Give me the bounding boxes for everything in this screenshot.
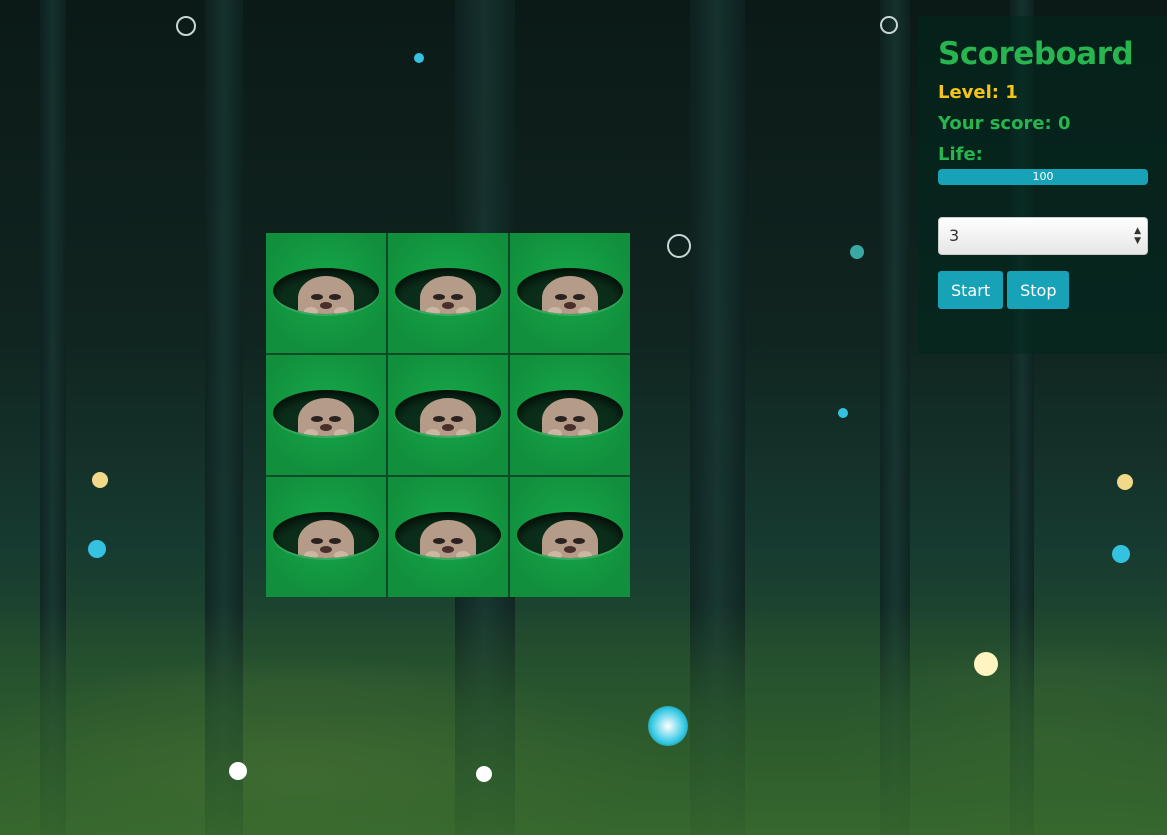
- board-cell[interactable]: [266, 355, 386, 475]
- board-cell[interactable]: [388, 477, 508, 597]
- mole-icon[interactable]: [298, 276, 354, 314]
- mole-hole: [395, 512, 501, 558]
- mole-icon[interactable]: [298, 520, 354, 558]
- firefly: [88, 540, 106, 558]
- mole-hole: [517, 512, 623, 558]
- firefly: [414, 53, 424, 63]
- bubble: [176, 16, 196, 36]
- board-cell[interactable]: [510, 477, 630, 597]
- firefly: [838, 408, 848, 418]
- life-progress-fill: 100: [938, 169, 1148, 185]
- mole-hole: [273, 512, 379, 558]
- life-progress-bar: 100: [938, 169, 1148, 185]
- mole-hole: [517, 268, 623, 314]
- mole-icon[interactable]: [420, 398, 476, 436]
- stop-button[interactable]: Stop: [1007, 271, 1070, 309]
- level-select[interactable]: 3 ▲ ▼: [938, 217, 1148, 255]
- mole-hole: [395, 268, 501, 314]
- scoreboard-title: Scoreboard: [938, 36, 1134, 72]
- bubble: [667, 234, 691, 258]
- mole-hole: [273, 390, 379, 436]
- firefly: [974, 652, 998, 676]
- firefly: [476, 766, 492, 782]
- scoreboard-panel: Scoreboard Level: 1 Your score: 0 Life: …: [918, 16, 1167, 354]
- mole-icon[interactable]: [542, 520, 598, 558]
- bubble: [880, 16, 898, 34]
- mole-icon[interactable]: [542, 398, 598, 436]
- level-select-value: 3: [949, 226, 960, 245]
- select-arrows-icon: ▲ ▼: [1134, 226, 1141, 246]
- score-display: Your score: 0: [938, 113, 1071, 134]
- mole-hole: [395, 390, 501, 436]
- board-cell[interactable]: [388, 233, 508, 353]
- mole-icon[interactable]: [420, 520, 476, 558]
- mole-hole: [273, 268, 379, 314]
- level-display: Level: 1: [938, 82, 1018, 103]
- board-cell[interactable]: [266, 477, 386, 597]
- firefly: [229, 762, 247, 780]
- mole-icon[interactable]: [298, 398, 354, 436]
- board-cell[interactable]: [388, 355, 508, 475]
- firefly: [1117, 474, 1133, 490]
- firefly: [850, 245, 864, 259]
- mole-hole: [517, 390, 623, 436]
- firefly: [92, 472, 108, 488]
- game-board: [266, 233, 630, 597]
- firefly: [648, 706, 688, 746]
- board-cell[interactable]: [266, 233, 386, 353]
- board-cell[interactable]: [510, 233, 630, 353]
- mole-icon[interactable]: [420, 276, 476, 314]
- mole-icon[interactable]: [542, 276, 598, 314]
- life-label: Life:: [938, 144, 983, 165]
- start-button[interactable]: Start: [938, 271, 1004, 309]
- board-cell[interactable]: [510, 355, 630, 475]
- firefly: [1112, 545, 1130, 563]
- grass: [0, 605, 1167, 835]
